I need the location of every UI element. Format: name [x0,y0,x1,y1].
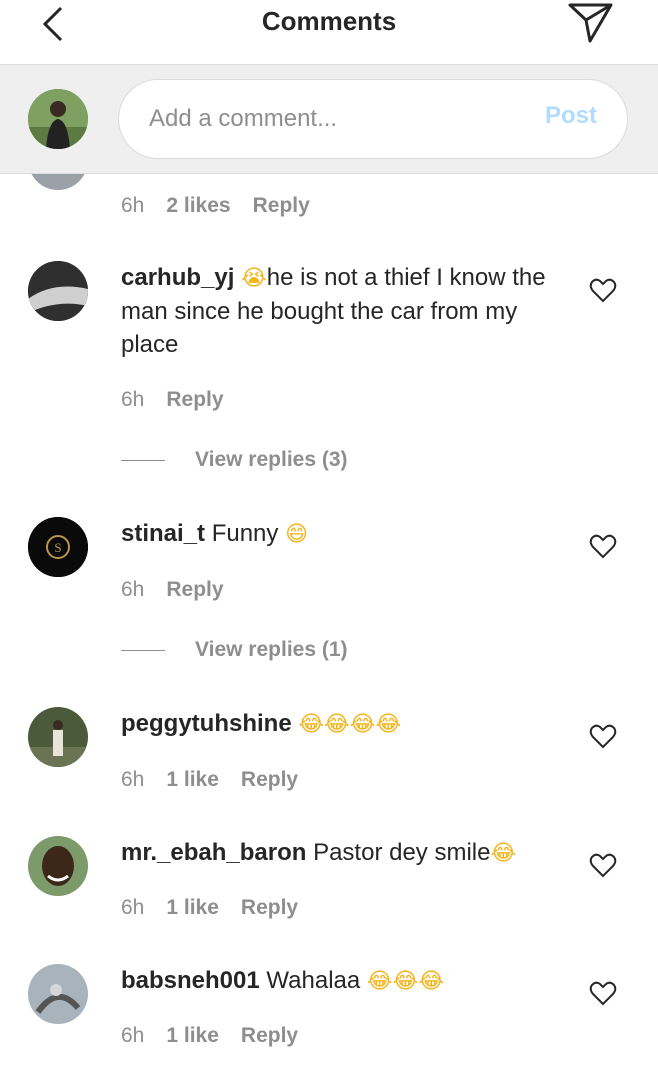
emoji: 😭 [241,266,267,291]
comment-username[interactable]: stinai_t [121,520,205,547]
comment-body: Pastor dey smile [313,839,491,866]
comment-meta: 6h 1 like Reply [121,1024,320,1048]
heart-icon[interactable] [589,723,617,749]
emoji: 😂😂😂 [366,969,445,994]
avatar[interactable] [28,707,88,767]
comment-time: 6h [121,388,145,411]
avatar[interactable] [28,261,88,321]
comment-text: carhub_yj 😭he is not a thief I know the … [121,261,561,361]
comment-time: 6h [121,896,145,919]
heart-icon[interactable] [589,852,617,878]
view-replies-label: View replies (3) [195,448,348,471]
comment-time: 6h [121,194,145,217]
reply-button[interactable]: Reply [241,1024,298,1048]
emoji: 😂😂😂😂 [298,712,402,737]
reply-button[interactable]: Reply [253,194,310,218]
reply-button[interactable]: Reply [166,388,223,412]
post-button[interactable]: Post [545,102,597,130]
comment-meta: 6h 2 likes Reply [121,194,332,218]
likes-count[interactable]: 2 likes [166,194,230,218]
heart-icon[interactable] [589,277,617,303]
view-replies-button[interactable]: View replies (3) [121,448,348,472]
view-replies-button[interactable]: View replies (1) [121,638,348,662]
svg-text:S: S [54,540,61,555]
reply-button[interactable]: Reply [241,896,298,920]
avatar[interactable]: S [28,517,88,577]
comment-username[interactable]: mr._ebah_baron [121,839,306,866]
divider [121,649,165,651]
likes-count[interactable]: 1 like [166,1024,219,1048]
likes-count[interactable]: 1 like [166,896,219,920]
comment-time: 6h [121,768,145,791]
reply-button[interactable]: Reply [166,578,223,602]
comment-text: babsneh001 Wahalaa 😂😂😂 [121,964,561,998]
view-replies-label: View replies (1) [195,638,348,661]
comment-meta: 6h Reply [121,388,246,412]
comment-input[interactable] [119,105,509,133]
comment-time: 6h [121,578,145,601]
send-button[interactable] [566,0,616,46]
reply-button[interactable]: Reply [241,768,298,792]
page-title: Comments [261,6,397,36]
heart-icon[interactable] [589,980,617,1006]
avatar[interactable] [28,964,88,1024]
comment-username[interactable]: babsneh001 [121,967,260,994]
comment-meta: 6h 1 like Reply [121,896,320,920]
comment-username[interactable]: carhub_yj [121,264,234,291]
comment-meta: 6h Reply [121,578,246,602]
divider [121,459,165,461]
comment-text: stinai_t Funny 😄 [121,517,561,551]
header: Comments [0,0,658,64]
avatar[interactable] [28,836,88,896]
comment-body: Wahalaa [266,967,367,994]
comment-meta: 6h 1 like Reply [121,768,320,792]
paper-plane-icon [568,3,613,43]
comment-text: peggytuhshine 😂😂😂😂 [121,707,561,741]
heart-icon[interactable] [589,533,617,559]
comment-body: Funny [211,520,286,547]
comment-box: Post [118,79,628,159]
emoji: 😄 [285,522,309,547]
my-avatar[interactable] [28,89,88,149]
likes-count[interactable]: 1 like [166,768,219,792]
comment-composer: Post [0,64,658,174]
comment-text: mr._ebah_baron Pastor dey smile😂 [121,836,561,870]
comment-time: 6h [121,1024,145,1047]
comment-username[interactable]: peggytuhshine [121,710,292,737]
emoji: 😂 [490,841,517,866]
